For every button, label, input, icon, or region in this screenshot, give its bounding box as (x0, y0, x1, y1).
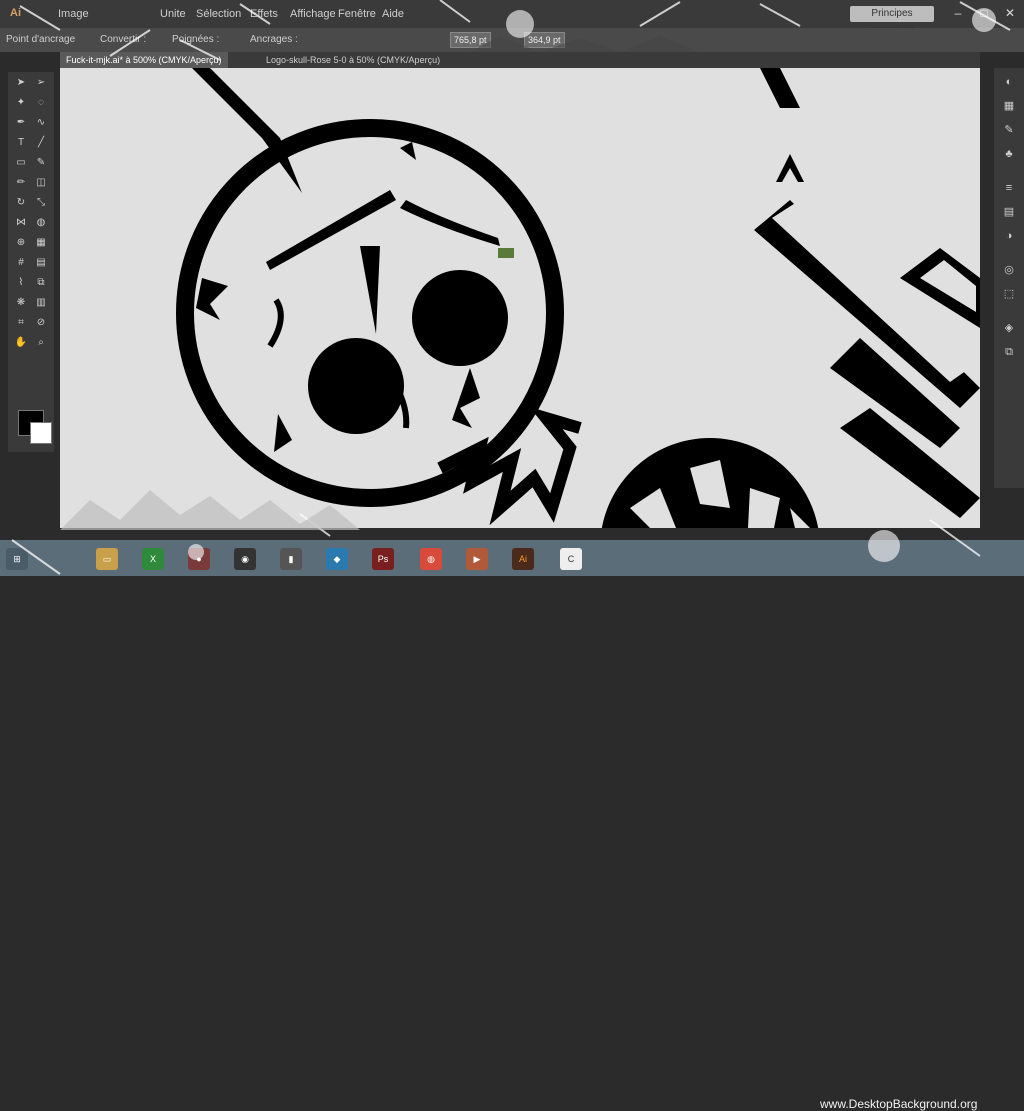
stroke-icon[interactable]: ≡ (1001, 180, 1017, 196)
windows-taskbar: ⊞ ▭ X ● ◉ ▮ ◆ Ps ◍ ▶ Ai C www.DesktopBac… (0, 540, 1024, 1111)
shape-builder-icon[interactable]: ⊕ (14, 236, 28, 250)
menu-fenetre[interactable]: Fenêtre (338, 8, 376, 20)
layers-icon[interactable]: ◈ (1001, 320, 1017, 336)
magic-wand-icon[interactable]: ✦ (14, 96, 28, 110)
file-explorer-icon[interactable]: ▭ (96, 548, 118, 570)
convert-label: Convertir : (100, 34, 147, 45)
watermark: www.DesktopBackground.org (820, 1097, 978, 1111)
maximize-icon[interactable]: □ (976, 5, 992, 21)
select-icon[interactable]: ➤ (14, 76, 28, 90)
folder-icon[interactable]: ▮ (280, 548, 302, 570)
symbols-icon[interactable]: ♣ (1001, 146, 1017, 162)
tab-document-2[interactable]: Logo-skull-Rose 5-0 à 50% (CMYK/Aperçu) (260, 52, 446, 68)
direct-select-icon[interactable]: ➢ (34, 76, 48, 90)
stroke-color-swatch[interactable] (30, 422, 52, 444)
menu-affichage[interactable]: Affichage (290, 8, 336, 20)
hand-icon[interactable]: ✋ (14, 336, 28, 350)
video-player-icon[interactable]: ▶ (466, 548, 488, 570)
pen-icon[interactable]: ✒ (14, 116, 28, 130)
zoom-icon[interactable]: ⌕ (34, 336, 48, 350)
eraser-icon[interactable]: ◫ (34, 176, 48, 190)
warp-icon[interactable]: ◍ (34, 216, 48, 230)
tools-panel: ➤ ➢ ✦ ◌ ✒ ∿ T ╱ ▭ ✎ ✏ ◫ ↻ ⤡ ⋈ ◍ ⊕ ▦ # ▤ … (8, 72, 54, 452)
lasso-icon[interactable]: ◌ (34, 96, 48, 110)
gradient-panel-icon[interactable]: ▤ (1001, 204, 1017, 220)
eyedropper-icon[interactable]: ⌇ (14, 276, 28, 290)
anchors-label: Ancrages : (250, 34, 298, 45)
swatches-icon[interactable]: ▦ (1001, 98, 1017, 114)
width-icon[interactable]: ⋈ (14, 216, 28, 230)
menu-bar: Ai Image Unite Sélection Effets Affichag… (0, 0, 1024, 35)
artwork (176, 68, 980, 528)
mesh-icon[interactable]: # (14, 256, 28, 270)
document-tabs: Fuck-it-mjk.ai* à 500% (CMYK/Aperçu) Log… (60, 52, 980, 68)
scale-icon[interactable]: ⤡ (34, 196, 48, 210)
nose (360, 246, 380, 334)
windows-start-icon[interactable]: ⊞ (6, 548, 28, 570)
artboard-icon[interactable]: ⌗ (14, 316, 28, 330)
camera-icon[interactable]: ◉ (234, 548, 256, 570)
graphic-styles-icon[interactable]: ⬚ (1001, 286, 1017, 302)
line-icon[interactable]: ╱ (34, 136, 48, 150)
transparency-icon[interactable]: ◑ (1001, 228, 1017, 244)
menu-effets[interactable]: Effets (250, 8, 278, 20)
curvature-icon[interactable]: ∿ (34, 116, 48, 130)
tab-document-1[interactable]: Fuck-it-mjk.ai* à 500% (CMYK/Aperçu) (60, 52, 228, 68)
color-icon[interactable]: ◐ (1001, 74, 1017, 90)
paintbrush-icon[interactable]: ✎ (34, 156, 48, 170)
left-eye (308, 338, 404, 434)
illustrator-icon[interactable]: Ai (512, 548, 534, 570)
artboards-icon[interactable]: ⧉ (1001, 344, 1017, 360)
handles-label: Poignées : (172, 34, 220, 45)
rectangle-icon[interactable]: ▭ (14, 156, 28, 170)
menu-aide[interactable]: Aide (382, 8, 404, 20)
right-brow (400, 200, 500, 246)
appearance-icon[interactable]: ◎ (1001, 262, 1017, 278)
c-app-icon[interactable]: C (560, 548, 582, 570)
slice-icon[interactable]: ⊘ (34, 316, 48, 330)
pencil-icon[interactable]: ✏ (14, 176, 28, 190)
type-icon[interactable]: T (14, 136, 28, 150)
menu-image[interactable]: Image (58, 8, 89, 20)
brushes-icon[interactable]: ✎ (1001, 122, 1017, 138)
blend-icon[interactable]: ⧉ (34, 276, 48, 290)
workspace-switcher[interactable]: Principes essentiels (850, 6, 934, 35)
control-bar: Point d'ancrage Convertir : Poignées : A… (0, 28, 1024, 52)
right-eye (412, 270, 508, 366)
x-coordinate-field[interactable]: 765,8 pt (450, 32, 491, 48)
object-type-label: Point d'ancrage (6, 34, 76, 45)
excel-icon[interactable]: X (142, 548, 164, 570)
perspective-icon[interactable]: ▦ (34, 236, 48, 250)
close-icon[interactable]: ✕ (1002, 5, 1018, 21)
rotate-icon[interactable]: ↻ (14, 196, 28, 210)
media-player-icon[interactable]: ● (188, 548, 210, 570)
photoshop-icon[interactable]: Ps (372, 548, 394, 570)
symbol-icon[interactable]: ❋ (14, 296, 28, 310)
graph-icon[interactable]: ▥ (34, 296, 48, 310)
cursor-marker (498, 248, 514, 258)
artboard-canvas[interactable] (60, 68, 980, 528)
panels-dock: ◐ ▦ ✎ ♣ ≡ ▤ ◑ ◎ ⬚ ◈ ⧉ (994, 68, 1024, 488)
chrome-icon[interactable]: ◍ (420, 548, 442, 570)
gradient-icon[interactable]: ▤ (34, 256, 48, 270)
illustrator-logo: Ai (10, 7, 21, 19)
menu-unite[interactable]: Unite (160, 8, 186, 20)
diagonal-bar (192, 68, 280, 138)
app-icon[interactable]: ◆ (326, 548, 348, 570)
minimize-icon[interactable]: – (950, 5, 966, 21)
menu-selection[interactable]: Sélection (196, 8, 241, 20)
y-coordinate-field[interactable]: 364,9 pt (524, 32, 565, 48)
